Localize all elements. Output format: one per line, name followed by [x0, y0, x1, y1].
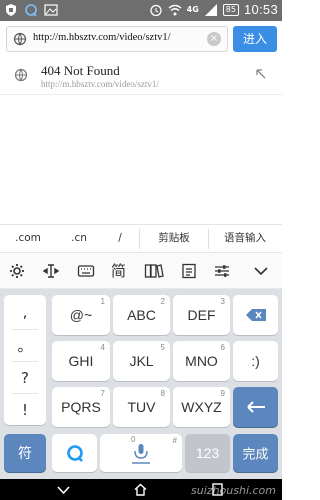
question-key[interactable]: ? — [4, 369, 46, 387]
keyboard-icon[interactable] — [77, 262, 95, 280]
key-label: JKL — [129, 353, 154, 369]
keyboard-toolbar: 简 — [0, 253, 282, 289]
globe-icon — [14, 68, 28, 82]
alarm-icon — [149, 4, 162, 16]
key-label: @~ — [69, 307, 93, 323]
status-bar: 4G 85 10:53 — [0, 0, 282, 21]
suggestion-url: http://m.hbsztv.com/video/sztv1/ — [41, 79, 159, 89]
books-icon[interactable] — [144, 262, 164, 280]
qq-icon — [25, 4, 37, 17]
key-number: 7 — [100, 389, 105, 398]
divider — [139, 229, 140, 249]
signal-icon — [204, 3, 217, 16]
divider — [12, 361, 38, 362]
period-key[interactable]: 。 — [4, 335, 46, 356]
key-7[interactable]: 7 PQRS — [52, 387, 110, 427]
done-key[interactable]: 完成 — [233, 434, 278, 472]
quick-com[interactable]: .com — [10, 225, 46, 252]
go-button[interactable]: 进入 — [233, 26, 277, 52]
key-6[interactable]: 6 MNO — [173, 341, 230, 381]
key-label: WXYZ — [181, 399, 222, 415]
simplified-icon[interactable]: 简 — [111, 262, 129, 280]
url-text: http://m.hbsztv.com/video/sztv1/ — [33, 32, 171, 43]
key-label: 123 — [195, 445, 220, 461]
suggestion-title: 404 Not Found — [41, 63, 120, 78]
key-label: 完成 — [242, 446, 269, 462]
url-bar: http://m.hbsztv.com/video/sztv1/ × 进入 — [0, 21, 282, 57]
voice-input-button[interactable]: 语音输入 — [214, 225, 276, 252]
key-label: TUV — [127, 399, 156, 415]
globe-icon — [13, 32, 27, 46]
number-key[interactable]: 123 — [185, 434, 230, 472]
divider — [12, 329, 38, 330]
key-1[interactable]: 1 @~ — [52, 295, 110, 335]
space-key[interactable]: 0 # — [100, 434, 182, 472]
image-icon — [44, 4, 58, 16]
enter-icon — [247, 401, 265, 413]
arrow-up-left-icon[interactable] — [254, 67, 268, 81]
backspace-icon — [246, 309, 266, 321]
clear-icon[interactable]: × — [207, 32, 221, 46]
key-label: :) — [251, 353, 260, 369]
status-time: 10:53 — [243, 2, 278, 17]
backspace-key[interactable] — [233, 295, 278, 335]
space-hash: # — [172, 436, 177, 445]
watermark: suizhoushi.com — [191, 484, 276, 497]
key-label: DEF — [187, 307, 216, 323]
comma-key[interactable]: , — [4, 303, 46, 321]
key-label: ABC — [127, 307, 156, 323]
enter-key[interactable] — [233, 387, 278, 427]
back-icon[interactable] — [56, 482, 71, 497]
key-number: 9 — [220, 389, 225, 398]
key-2[interactable]: 2 ABC — [113, 295, 170, 335]
divider — [208, 229, 209, 249]
url-input[interactable]: http://m.hbsztv.com/video/sztv1/ × — [6, 26, 228, 52]
symbol-column[interactable]: , 。 ? ! — [4, 295, 46, 425]
key-label: PQRS — [61, 399, 101, 415]
network-label: 4G — [186, 5, 199, 14]
emoji-key[interactable]: :) — [233, 341, 278, 381]
key-5[interactable]: 5 JKL — [113, 341, 170, 381]
clipboard-button[interactable]: 剪贴板 — [146, 225, 202, 252]
key-label: MNO — [185, 353, 218, 369]
key-8[interactable]: 8 TUV — [113, 387, 170, 427]
key-number: 1 — [100, 297, 105, 306]
divider — [12, 393, 38, 394]
cursor-icon[interactable] — [42, 262, 60, 280]
clipboard-icon[interactable] — [180, 262, 198, 280]
key-4[interactable]: 4 GHI — [52, 341, 110, 381]
chevron-down-icon[interactable] — [252, 262, 270, 280]
shield-icon — [6, 4, 16, 16]
key-number: 6 — [220, 343, 225, 352]
settings-icon[interactable] — [8, 262, 26, 280]
key-number: 4 — [100, 343, 105, 352]
key-number: 3 — [220, 297, 225, 306]
qq-input-key[interactable] — [52, 434, 97, 472]
home-icon[interactable] — [133, 482, 148, 497]
key-label: 符 — [18, 445, 32, 461]
keyboard: , 。 ? ! 1 @~ 2 ABC 3 DEF 4 GHI 5 JKL 6 M… — [0, 289, 282, 479]
exclamation-key[interactable]: ! — [4, 401, 46, 419]
battery-icon: 85 — [222, 3, 239, 16]
suggestion-item[interactable]: 404 Not Found http://m.hbsztv.com/video/… — [0, 59, 282, 95]
qq-logo-icon — [67, 445, 83, 462]
key-number: 8 — [160, 389, 165, 398]
quick-slash[interactable]: / — [110, 225, 130, 252]
key-9[interactable]: 9 WXYZ — [173, 387, 230, 427]
key-3[interactable]: 3 DEF — [173, 295, 230, 335]
quick-input-bar: .com .cn / 剪贴板 语音输入 — [0, 224, 282, 253]
key-label: GHI — [68, 353, 94, 369]
key-number: 5 — [160, 343, 165, 352]
microphone-icon — [132, 444, 150, 464]
symbol-key[interactable]: 符 — [4, 434, 46, 472]
sliders-icon[interactable] — [213, 262, 231, 280]
key-number: 2 — [160, 297, 165, 306]
quick-cn[interactable]: .cn — [64, 225, 94, 252]
wifi-icon — [168, 4, 182, 15]
